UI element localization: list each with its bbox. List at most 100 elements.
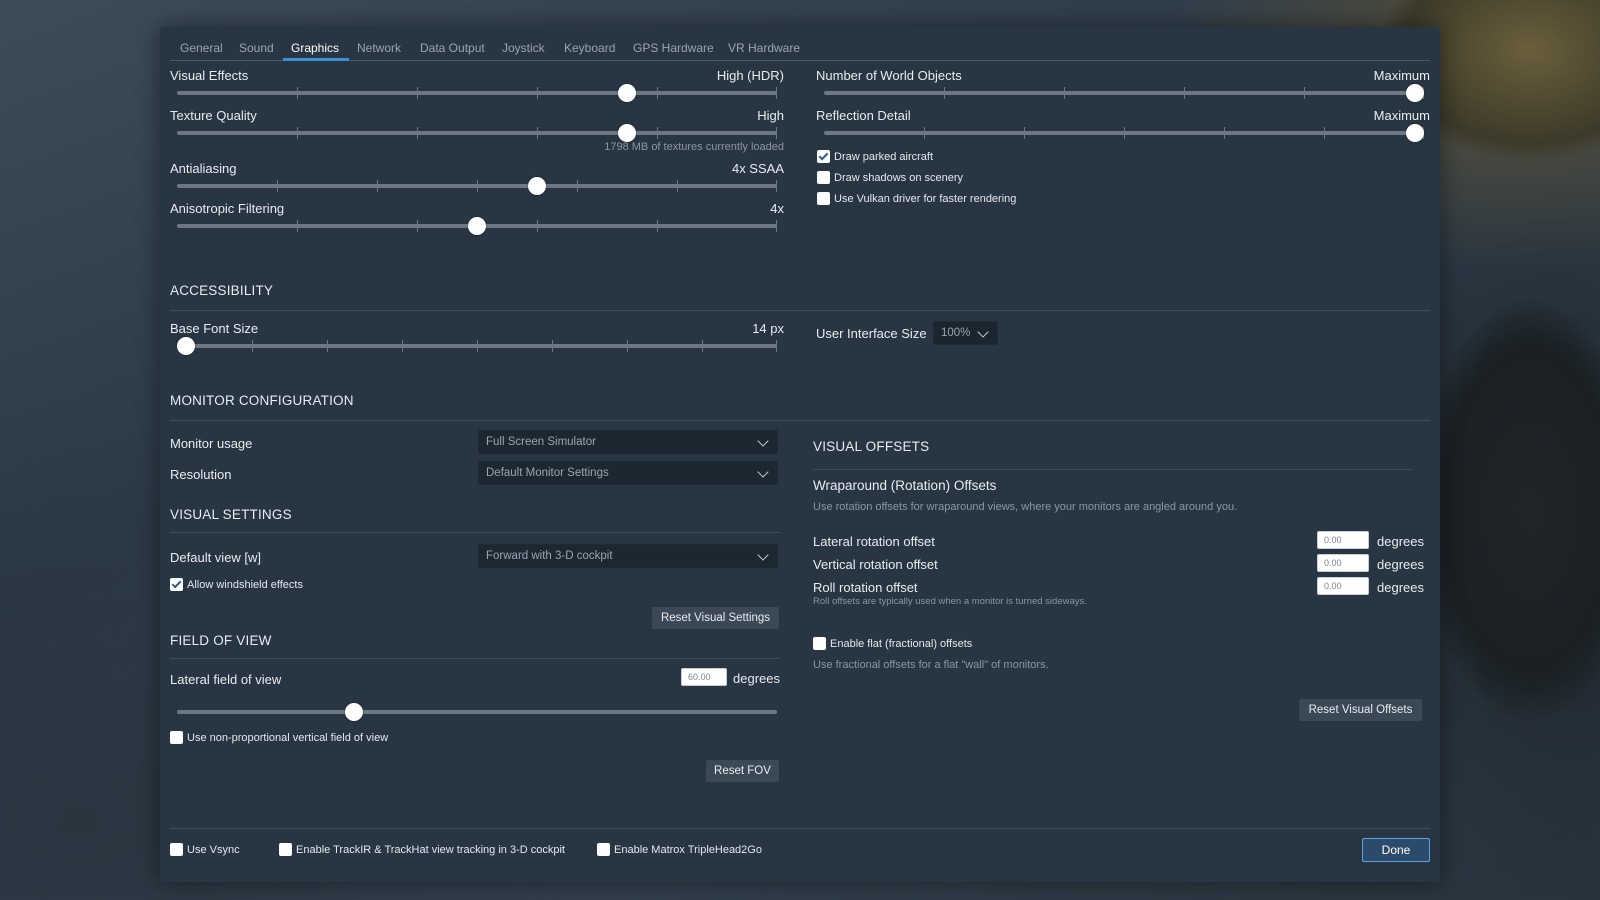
trackir-checkbox[interactable]: [279, 843, 292, 856]
slider-tick: [552, 340, 553, 352]
lateral-rotation-input[interactable]: [1317, 531, 1369, 549]
windshield-label: Allow windshield effects: [187, 579, 303, 591]
lateral-fov-unit: degrees: [733, 671, 780, 686]
antialiasing-slider[interactable]: [177, 177, 777, 195]
slider-tick: [537, 127, 538, 139]
slider-thumb[interactable]: [618, 124, 636, 142]
slider-tick: [1124, 127, 1125, 139]
tab-data-output[interactable]: Data Output: [420, 41, 485, 55]
slider-thumb[interactable]: [177, 337, 195, 355]
anisotropic-value: 4x: [770, 201, 784, 216]
slider-tick: [924, 127, 925, 139]
draw-shadows-label: Draw shadows on scenery: [834, 172, 964, 184]
slider-tick: [277, 180, 278, 192]
slider-thumb[interactable]: [1406, 124, 1424, 142]
slider-tick: [1304, 87, 1305, 99]
monitor-usage-label: Monitor usage: [170, 436, 253, 451]
monitor-config-title: MONITOR CONFIGURATION: [170, 393, 354, 408]
slider-tick: [417, 127, 418, 139]
tab-sound[interactable]: Sound: [239, 41, 274, 55]
texture-quality-slider[interactable]: [177, 124, 777, 142]
non-proportional-fov-checkbox[interactable]: [170, 731, 183, 744]
active-tab-indicator: [283, 58, 349, 61]
tab-general[interactable]: General: [180, 41, 223, 55]
resolution-value: Default Monitor Settings: [486, 467, 609, 479]
divider: [170, 310, 1430, 311]
ui-size-value: 100%: [941, 327, 971, 339]
slider-thumb[interactable]: [1406, 84, 1424, 102]
visual-offsets-title: VISUAL OFFSETS: [813, 439, 930, 454]
use-vulkan-label: Use Vulkan driver for faster rendering: [834, 193, 1017, 205]
reflection-slider[interactable]: [824, 124, 1424, 142]
vsync-checkbox[interactable]: [170, 843, 183, 856]
lateral-fov-input[interactable]: [681, 668, 727, 686]
draw-parked-aircraft-checkbox[interactable]: [817, 150, 830, 163]
texture-quality-value: High: [757, 108, 784, 123]
monitor-usage-dropdown[interactable]: Full Screen Simulator: [478, 430, 778, 454]
terrain-patch: [1420, 300, 1600, 720]
base-font-slider[interactable]: [177, 337, 777, 355]
slider-thumb[interactable]: [345, 703, 363, 721]
roll-rotation-input[interactable]: [1317, 577, 1369, 595]
vertical-rotation-input[interactable]: [1317, 554, 1369, 572]
lateral-rotation-label: Lateral rotation offset: [813, 534, 935, 549]
roll-rotation-label: Roll rotation offset: [813, 580, 918, 595]
world-objects-slider[interactable]: [824, 84, 1424, 102]
slider-tick: [577, 180, 578, 192]
slider-tick: [537, 87, 538, 99]
reflection-value: Maximum: [1373, 108, 1430, 123]
matrox-checkbox[interactable]: [597, 843, 610, 856]
slider-tick: [776, 220, 777, 232]
reflection-label: Reflection Detail: [816, 108, 911, 123]
reset-visual-offsets-button[interactable]: Reset Visual Offsets: [1299, 699, 1422, 721]
anisotropic-label: Anisotropic Filtering: [170, 201, 285, 216]
reset-fov-button[interactable]: Reset FOV: [706, 760, 779, 782]
divider: [170, 532, 780, 533]
slider-tick: [417, 220, 418, 232]
texture-quality-label: Texture Quality: [170, 108, 257, 123]
slider-thumb[interactable]: [618, 84, 636, 102]
chevron-down-icon: [977, 326, 989, 338]
lateral-fov-label: Lateral field of view: [170, 672, 282, 687]
ui-size-dropdown[interactable]: 100%: [933, 321, 998, 345]
lateral-fov-slider[interactable]: [177, 703, 777, 721]
fov-title: FIELD OF VIEW: [170, 633, 272, 648]
slider-tick: [627, 340, 628, 352]
tab-keyboard[interactable]: Keyboard: [564, 41, 615, 55]
visual-effects-slider[interactable]: [177, 84, 777, 102]
tab-vr-hardware[interactable]: VR Hardware: [728, 41, 800, 55]
use-vulkan-checkbox[interactable]: [817, 192, 830, 205]
default-view-dropdown[interactable]: Forward with 3-D cockpit: [478, 544, 778, 568]
visual-effects-value: High (HDR): [716, 68, 784, 83]
resolution-dropdown[interactable]: Default Monitor Settings: [478, 461, 778, 485]
tab-network[interactable]: Network: [357, 41, 401, 55]
anisotropic-slider[interactable]: [177, 217, 777, 235]
base-font-label: Base Font Size: [170, 321, 259, 336]
world-objects-value: Maximum: [1373, 68, 1430, 83]
slider-tick: [477, 180, 478, 192]
reset-visual-settings-button[interactable]: Reset Visual Settings: [652, 607, 779, 629]
tab-joystick[interactable]: Joystick: [502, 41, 545, 55]
slider-tick: [1324, 127, 1325, 139]
wraparound-description: Use rotation offsets for wraparound view…: [813, 501, 1238, 513]
settings-panel: General Sound Graphics Network Data Outp…: [160, 27, 1440, 882]
slider-tick: [1024, 127, 1025, 139]
slider-thumb[interactable]: [528, 177, 546, 195]
draw-shadows-checkbox[interactable]: [817, 171, 830, 184]
windshield-checkbox[interactable]: [170, 578, 183, 591]
roll-offset-note: Roll offsets are typically used when a m…: [813, 596, 1087, 607]
non-proportional-fov-label: Use non-proportional vertical field of v…: [187, 732, 389, 744]
tab-gps-hardware[interactable]: GPS Hardware: [633, 41, 714, 55]
divider: [813, 469, 1413, 470]
vsync-label: Use Vsync: [187, 844, 240, 856]
roll-rotation-unit: degrees: [1377, 580, 1424, 595]
divider: [170, 658, 780, 659]
slider-thumb[interactable]: [468, 217, 486, 235]
done-button[interactable]: Done: [1362, 838, 1430, 862]
antialiasing-value: 4x SSAA: [731, 161, 784, 176]
flat-offsets-checkbox[interactable]: [813, 637, 826, 650]
slider-tick: [327, 340, 328, 352]
tab-bar: General Sound Graphics Network Data Outp…: [170, 27, 1430, 61]
tab-graphics[interactable]: Graphics: [291, 41, 339, 55]
lateral-rotation-unit: degrees: [1377, 534, 1424, 549]
